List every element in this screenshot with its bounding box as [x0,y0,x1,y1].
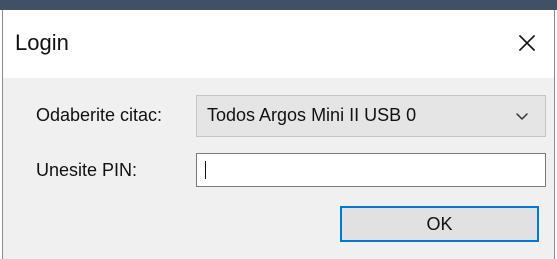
pin-label: Unesite PIN: [36,160,138,180]
dialog-content: Odaberite citac: Todos Argos Mini II USB… [3,78,554,259]
background-window-strip [0,0,557,10]
close-button[interactable] [510,26,544,60]
reader-label: Odaberite citac: [36,105,163,125]
reader-select[interactable]: Todos Argos Mini II USB 0 [196,95,546,137]
dialog-title: Login [15,30,69,55]
dialog-titlebar: Login [3,10,554,78]
screen: Login Odaberite citac: Todos Argos Mini … [0,0,557,259]
chevron-down-icon [516,113,528,120]
ok-button[interactable]: OK [340,206,539,242]
close-icon [518,34,536,52]
text-cursor [205,161,206,179]
login-dialog: Login Odaberite citac: Todos Argos Mini … [2,10,555,259]
reader-selected-value: Todos Argos Mini II USB 0 [207,105,417,125]
pin-input[interactable] [196,153,546,187]
